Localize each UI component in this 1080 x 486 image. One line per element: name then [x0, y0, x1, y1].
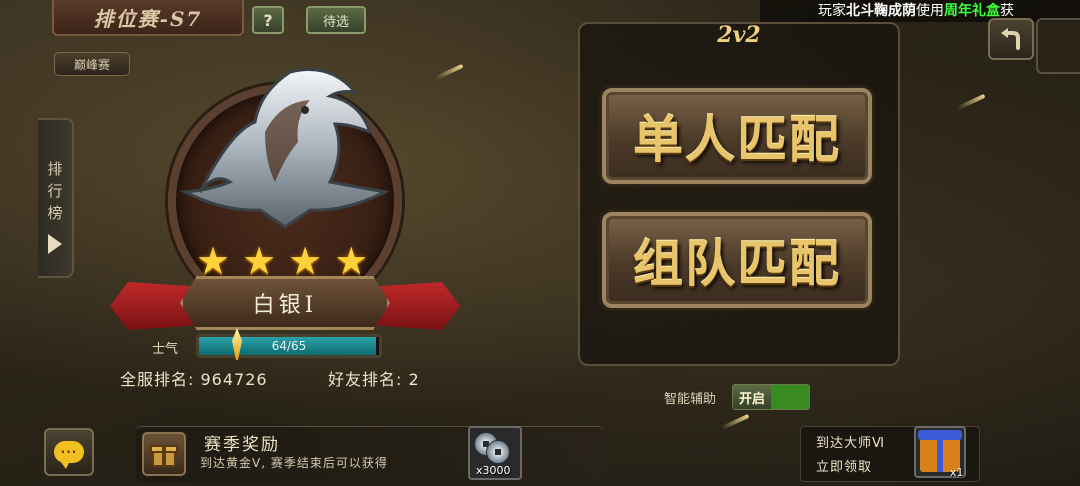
morale-label: 士气 — [152, 342, 179, 357]
team-match-button[interactable]: 组队匹配 — [602, 212, 872, 308]
leaderboard-char: 行 — [47, 182, 63, 200]
coin-icon — [486, 440, 510, 464]
leaderboard-char: 榜 — [47, 204, 63, 222]
back-arrow-icon — [1001, 28, 1020, 50]
rank-tier-name: 白银Ⅰ — [252, 293, 318, 318]
smart-assist-label: 智能辅助 — [664, 392, 717, 407]
star-icon: ★ — [242, 239, 277, 283]
season-reward-desc: 到达黄金Ⅴ, 赛季结束后可以获得 — [200, 456, 388, 470]
ticker-item: 周年礼盒 — [944, 3, 1000, 19]
back-button[interactable] — [988, 18, 1034, 60]
page-title: 排位赛-S7 — [52, 0, 244, 36]
ticker-verb: 使用 — [916, 3, 944, 19]
giftbox-lid — [918, 430, 962, 440]
master-reward-title: 到达大师Ⅵ — [816, 436, 885, 451]
master-reward-qty: x1 — [950, 466, 964, 479]
ticker-player: 北斗鞠成荫 — [846, 3, 916, 19]
filter-button[interactable]: 待选 — [306, 6, 366, 34]
ticker-prefix: 玩家 — [818, 3, 846, 19]
silver-eagle-emblem-icon — [179, 68, 390, 229]
star-icon: ★ — [288, 239, 323, 283]
morale-value: 64/65 — [271, 339, 307, 353]
toggle-on-label: 开启 — [733, 385, 771, 409]
star-rating: ★ ★ ★ ★ — [196, 242, 368, 280]
corner-frame — [1036, 18, 1080, 74]
star-icon: ★ — [196, 239, 231, 283]
peak-match-button[interactable]: 巅峰赛 — [54, 52, 130, 76]
toggle-indicator — [771, 385, 809, 409]
smart-assist-toggle[interactable]: 开启 — [732, 384, 810, 410]
background — [0, 0, 1080, 486]
play-arrow-icon — [48, 234, 62, 254]
friend-rank: 好友排名: 2 — [328, 370, 420, 389]
mode-title: 2v2 — [717, 22, 761, 48]
star-icon: ★ — [334, 239, 369, 283]
solo-match-button[interactable]: 单人匹配 — [602, 88, 872, 184]
coin-reward-qty: x3000 — [476, 464, 511, 477]
server-rank: 全服排名: 964726 — [120, 370, 268, 389]
chat-icon: ··· — [54, 441, 84, 469]
help-button[interactable]: ? — [252, 6, 284, 34]
match-mode-panel — [578, 22, 900, 366]
morale-progress-bar: 64/65 — [196, 334, 382, 358]
claim-now-link[interactable]: 立即领取 — [816, 456, 872, 475]
gift-icon — [142, 432, 186, 476]
leaderboard-tab[interactable]: 排 行 榜 — [38, 118, 74, 278]
leaderboard-char: 排 — [47, 160, 63, 178]
rank-tier-plate: 白银Ⅰ — [180, 276, 390, 330]
chat-button[interactable]: ··· — [44, 428, 94, 476]
season-reward-title: 赛季奖励 — [204, 435, 280, 455]
ticker-suffix: 获 — [1000, 3, 1014, 19]
